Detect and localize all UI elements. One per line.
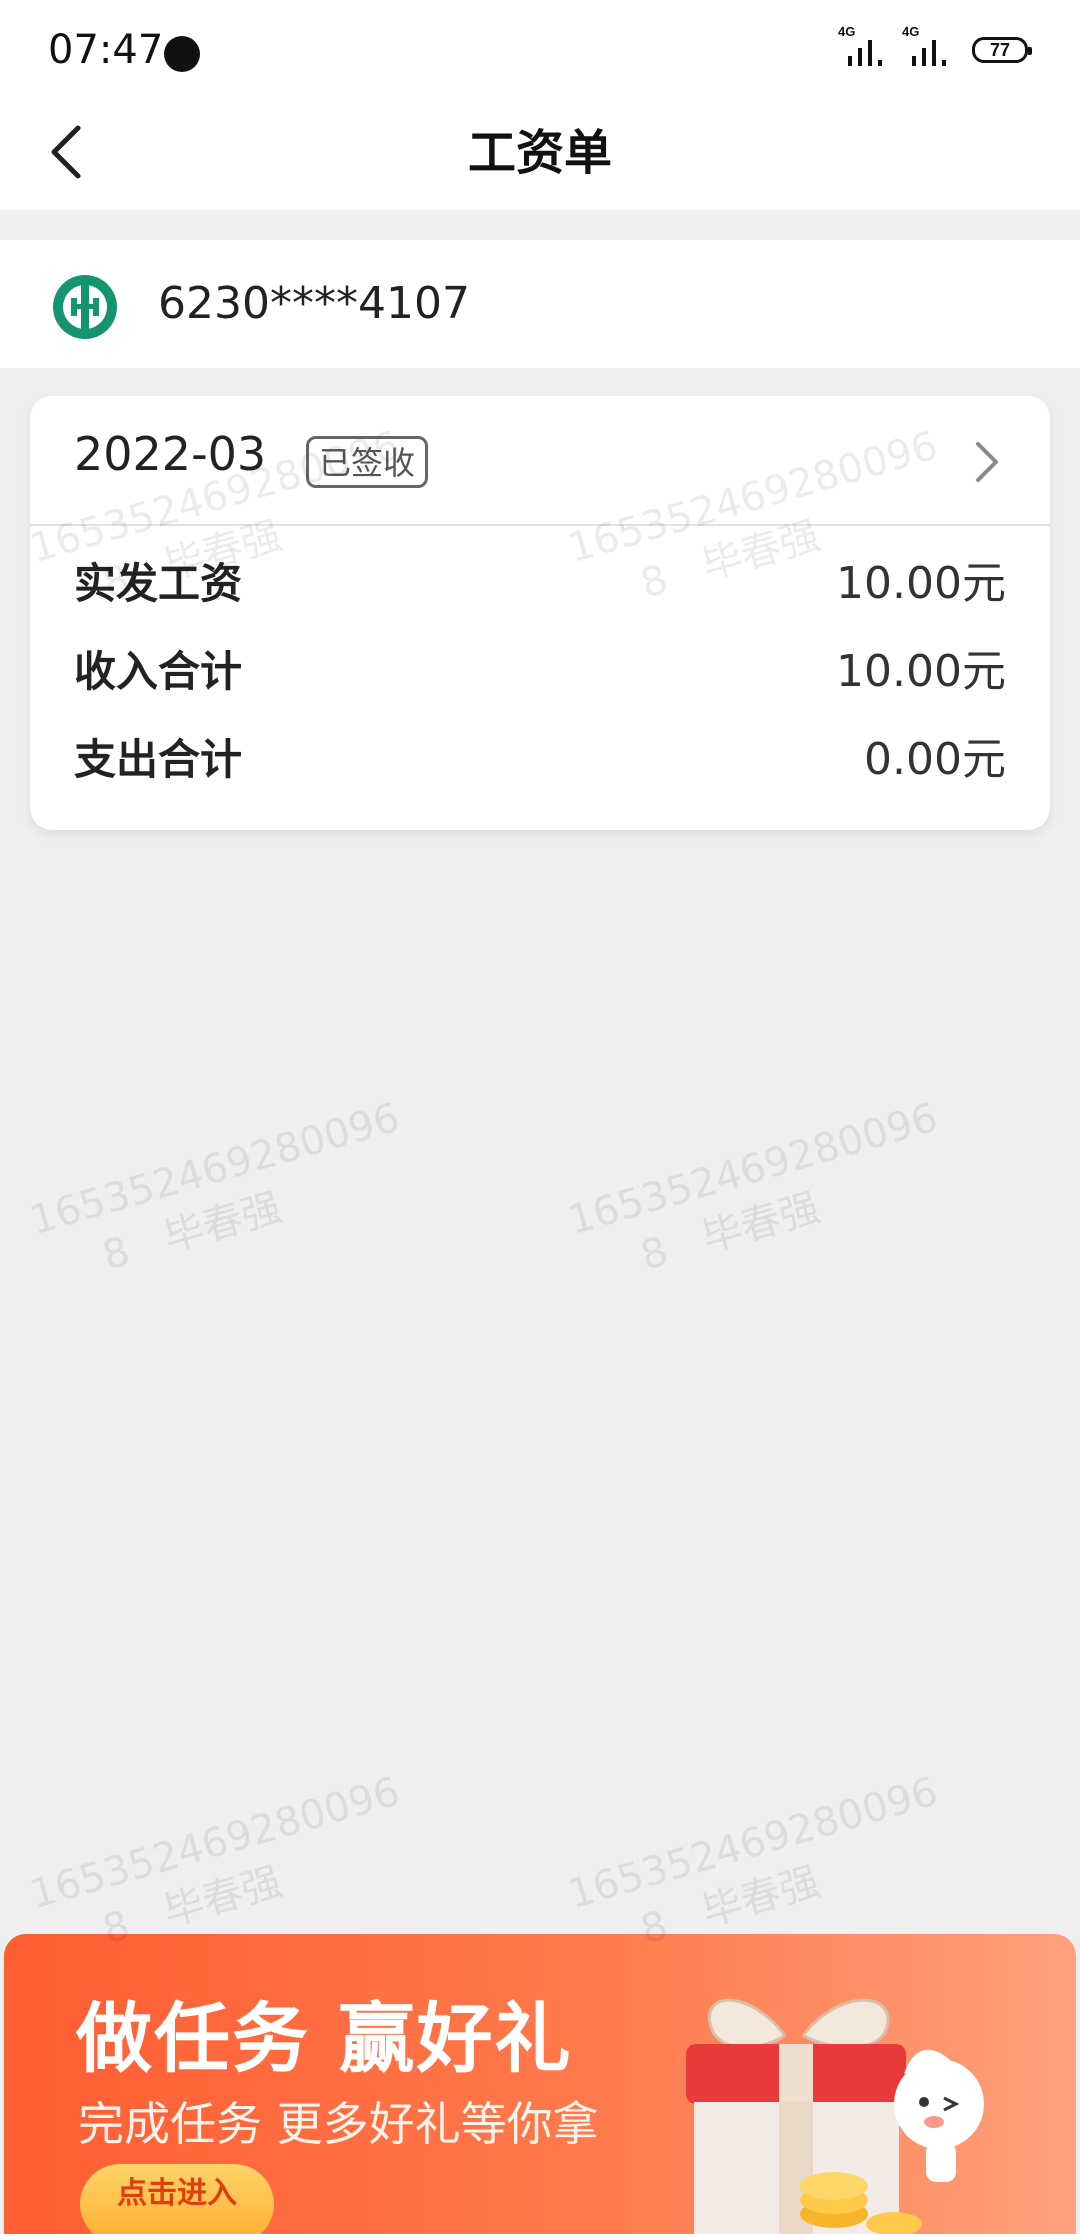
total-income-row: 收入合计 10.00元 — [74, 640, 1006, 704]
net-salary-value: 10.00元 — [836, 558, 1006, 609]
salary-card-header[interactable]: 2022-03 已签收 — [30, 396, 1050, 526]
status-bar: 07:47 4G 4G 77 — [0, 0, 1080, 96]
salary-month: 2022-03 — [74, 427, 267, 481]
status-time: 07:47 — [48, 27, 164, 73]
watermark-user: 毕春强 — [696, 1858, 825, 1936]
promo-title: 做任务 赢好礼 — [76, 1994, 573, 2083]
watermark: 165352469280096 8 毕春强 — [24, 1091, 421, 1300]
watermark-id-tail: 6 — [367, 1094, 405, 1146]
total-income-label: 收入合计 — [74, 647, 243, 696]
watermark-user: 毕春强 — [696, 1184, 825, 1262]
status-badge: 已签收 — [306, 436, 429, 488]
watermark-id: 16535246928009 — [25, 1775, 381, 1919]
salary-card[interactable]: 2022-03 已签收 实发工资 10.00元 收入合计 10.00元 支出合计… — [30, 396, 1050, 830]
page-title: 工资单 — [467, 125, 612, 181]
battery-icon: 77 — [972, 37, 1032, 63]
bank-logo-icon — [53, 275, 117, 339]
watermark-id: 16535246928009 — [563, 1101, 919, 1245]
net-salary-label: 实发工资 — [74, 559, 243, 608]
watermark-id-tail: 6 — [905, 1094, 943, 1146]
promo-subtitle: 完成任务 更多好礼等你拿 — [78, 2097, 599, 2151]
watermark: 165352469280096 8 毕春强 — [562, 1091, 959, 1300]
watermark-name: 8 毕春强 — [39, 1143, 421, 1300]
watermark-user: 毕春强 — [158, 1858, 287, 1936]
status-icons: 4G 4G 77 — [838, 24, 1032, 70]
notification-dot-icon — [164, 36, 200, 72]
app-header: 工资单 — [0, 96, 1080, 210]
enter-button[interactable]: 点击进入 — [80, 2164, 274, 2234]
gift-box-icon — [686, 1998, 984, 2234]
network-type-label: 4G — [838, 24, 856, 39]
total-expense-label: 支出合计 — [74, 735, 243, 784]
watermark-digit: 8 — [635, 1228, 673, 1280]
watermark-id: 16535246928009 — [25, 1101, 381, 1245]
net-salary-row: 实发工资 10.00元 — [74, 552, 1006, 616]
bank-account-row[interactable]: 6230****4107 — [0, 240, 1080, 368]
account-number: 6230****4107 — [158, 278, 470, 329]
chevron-right-icon[interactable] — [966, 436, 1006, 488]
watermark-user: 毕春强 — [158, 1184, 287, 1262]
watermark-id-tail: 6 — [905, 1768, 943, 1820]
promo-banner[interactable]: 做任务 赢好礼 完成任务 更多好礼等你拿 点击进入 — [4, 1934, 1076, 2234]
watermark-name: 8 毕春强 — [577, 1143, 959, 1300]
watermark-id-tail: 6 — [367, 1768, 405, 1820]
total-income-value: 10.00元 — [836, 646, 1006, 697]
network-type-label: 4G — [902, 24, 920, 39]
watermark-id: 16535246928009 — [563, 1775, 919, 1919]
watermark-digit: 8 — [97, 1228, 135, 1280]
signal-icon: 4G — [838, 24, 892, 68]
total-expense-row: 支出合计 0.00元 — [74, 728, 1006, 792]
total-expense-value: 0.00元 — [864, 734, 1006, 785]
signal-icon: 4G — [902, 24, 956, 68]
